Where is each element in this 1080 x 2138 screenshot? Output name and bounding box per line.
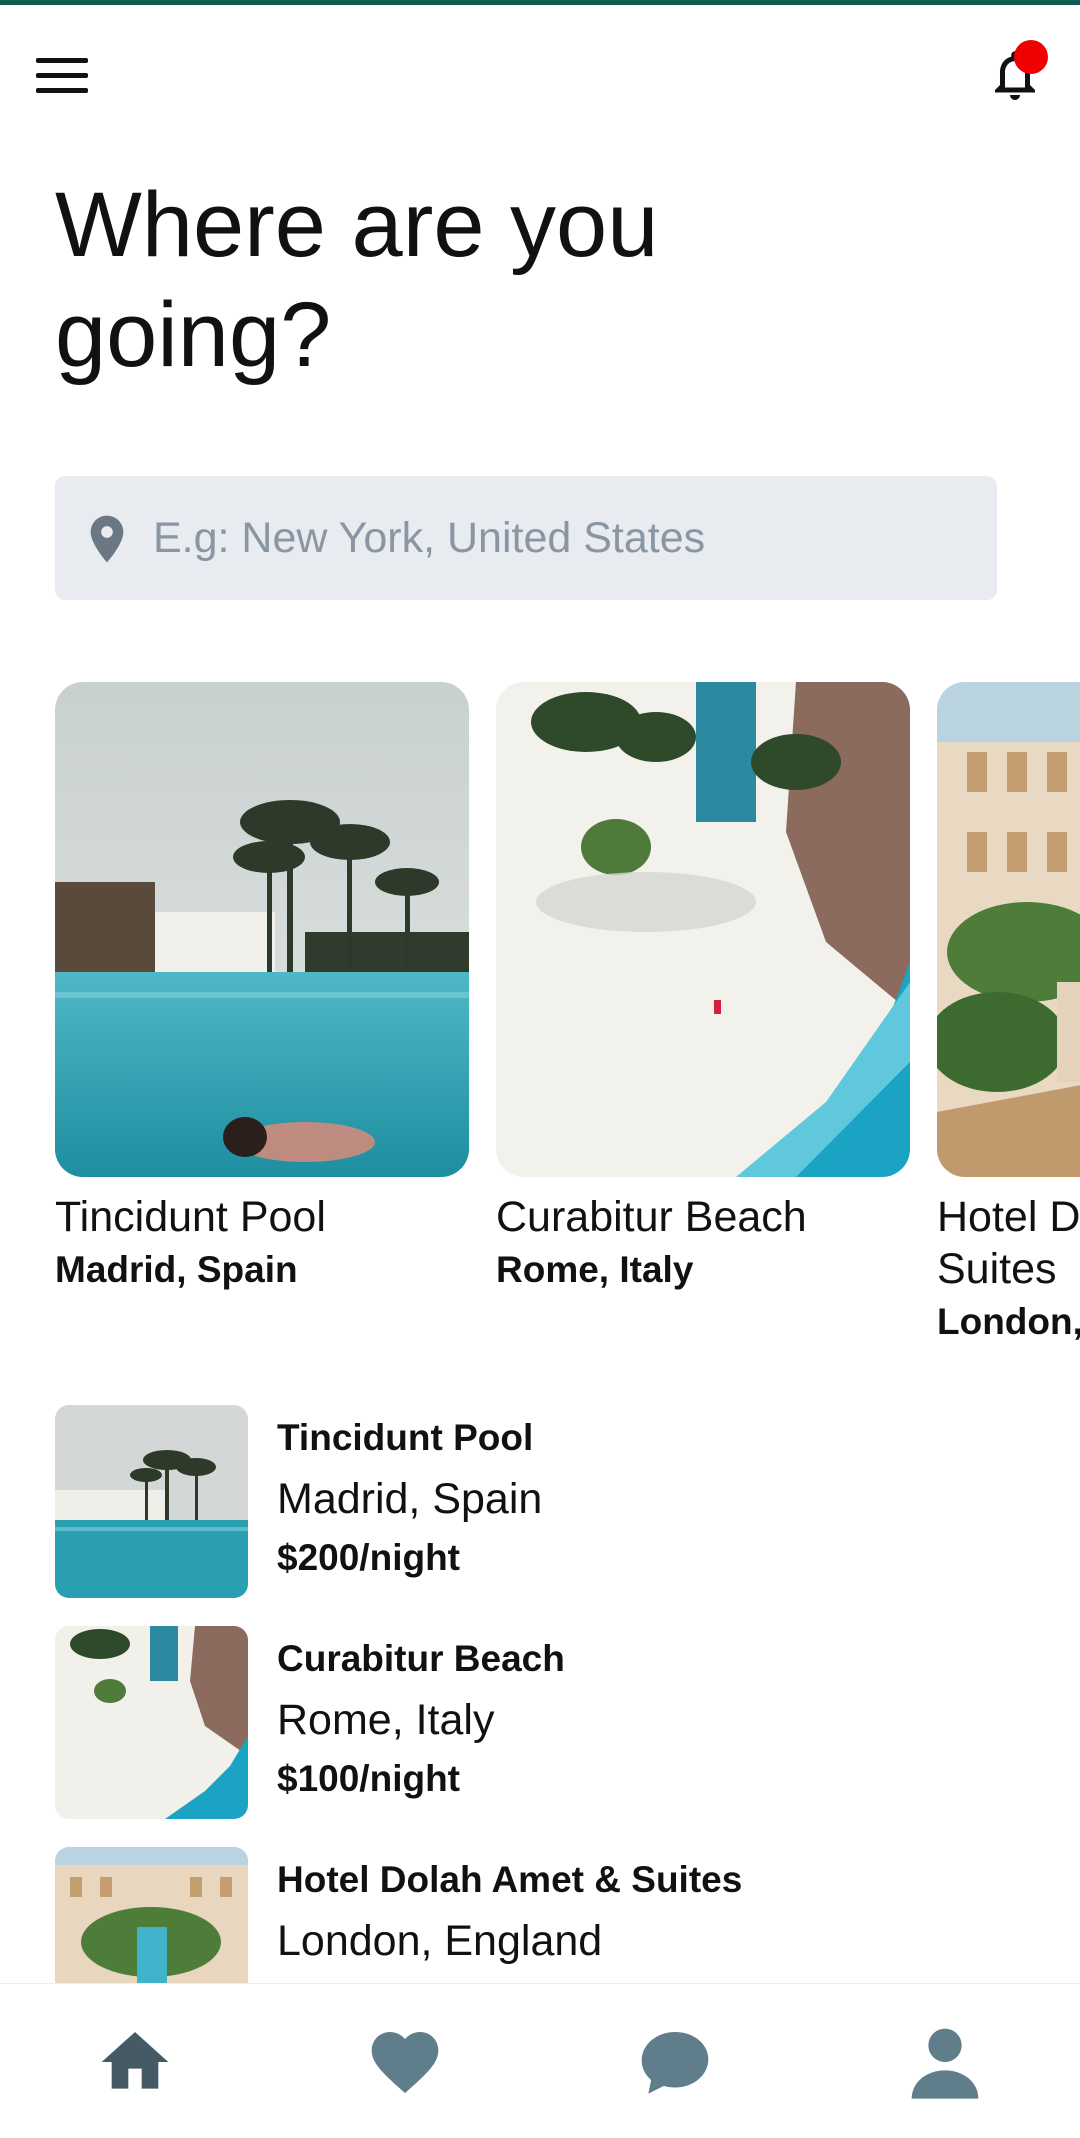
home-icon	[101, 2032, 169, 2089]
chat-bubble-icon	[641, 2032, 709, 2094]
featured-location: London, England	[937, 1301, 1080, 1342]
featured-title: Tincidunt Pool	[55, 1193, 326, 1241]
listing-location: Rome, Italy	[277, 1696, 495, 1744]
listings-list[interactable]: Tincidunt Pool Madrid, Spain $200/night …	[55, 1405, 1055, 1985]
featured-image-beach	[496, 682, 910, 1177]
listing-location: Madrid, Spain	[277, 1475, 543, 1523]
hamburger-menu-icon[interactable]	[36, 45, 96, 105]
featured-card[interactable]: Tincidunt Pool Madrid, Spain	[55, 682, 469, 1295]
person-icon	[911, 2028, 979, 2099]
featured-image-pool	[55, 682, 469, 1177]
listing-price: $200/night	[277, 1537, 460, 1578]
featured-location: Madrid, Spain	[55, 1249, 298, 1290]
listing-title: Curabitur Beach	[277, 1638, 565, 1679]
featured-location: Rome, Italy	[496, 1249, 694, 1290]
listing-thumbnail-pool	[55, 1405, 248, 1598]
list-item[interactable]: Curabitur Beach Rome, Italy $100/night	[55, 1626, 1055, 1821]
notifications-button[interactable]	[985, 40, 1048, 110]
featured-carousel[interactable]: Tincidunt Pool Madrid, Spain Curabitur B…	[0, 682, 1080, 1362]
listing-location: London, England	[277, 1917, 603, 1965]
app-bar	[0, 5, 1080, 135]
listing-price: $100/night	[277, 1758, 460, 1799]
destination-search[interactable]	[55, 476, 997, 600]
featured-title: Curabitur Beach	[496, 1193, 807, 1241]
nav-messages[interactable]	[635, 2022, 715, 2102]
nav-home[interactable]	[95, 2022, 175, 2102]
location-pin-icon	[90, 515, 124, 563]
featured-card[interactable]: Curabitur Beach Rome, Italy	[496, 682, 910, 1295]
nav-profile[interactable]	[905, 2022, 985, 2102]
page-title: Where are you going?	[55, 174, 659, 386]
listing-thumbnail-beach	[55, 1626, 248, 1819]
listing-title: Hotel Dolah Amet & Suites	[277, 1859, 743, 1900]
heart-icon	[371, 2032, 439, 2094]
featured-title: Hotel Dolah Amet & Suites	[937, 1193, 1080, 1293]
list-item[interactable]: Hotel Dolah Amet & Suites London, Englan…	[55, 1847, 1055, 1985]
bottom-navigation	[0, 1983, 1080, 2138]
featured-image-hotel	[937, 682, 1080, 1177]
listing-title: Tincidunt Pool	[277, 1417, 534, 1458]
notification-badge	[1014, 40, 1048, 74]
listing-thumbnail-hotel	[55, 1847, 248, 1985]
list-item[interactable]: Tincidunt Pool Madrid, Spain $200/night	[55, 1405, 1055, 1600]
search-input[interactable]	[153, 476, 973, 600]
nav-favorites[interactable]	[365, 2022, 445, 2102]
featured-card[interactable]: Hotel Dolah Amet & Suites London, Englan…	[937, 682, 1080, 1347]
